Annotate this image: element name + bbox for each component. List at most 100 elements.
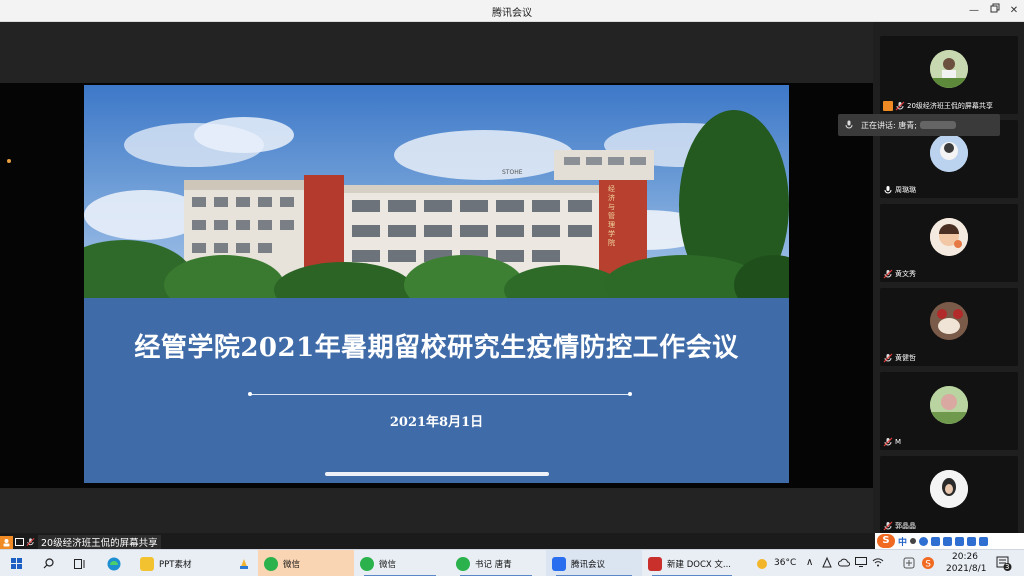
participant-name: 20级经济班王侃的屏幕共享: [907, 102, 993, 110]
participant-name: 周璐璐: [895, 186, 916, 194]
clock-date[interactable]: 2021/8/1: [946, 564, 986, 574]
skin-icon[interactable]: [967, 536, 977, 546]
taskbar-app-label: 微信: [379, 559, 397, 570]
participant-label: 20级经济班王侃的屏幕共享: [883, 100, 993, 112]
participant-label: M: [883, 436, 901, 448]
participant-label: 周璐璐: [883, 184, 916, 196]
participant-name: 郭晶晶: [895, 522, 916, 530]
tray-icon-people[interactable]: [822, 556, 832, 571]
participant-panel: 20级经济班王侃的屏幕共享 周璐璐 黄文秀 黄健哲 M 郭晶晶: [873, 22, 1024, 534]
search-button[interactable]: [38, 550, 58, 576]
participant-tile[interactable]: 黄健哲: [880, 288, 1018, 366]
screen-share-icon: [883, 101, 893, 111]
taskbar-app-wps-docx[interactable]: 新建 DOCX 文...: [642, 550, 742, 576]
wechat-icon: [456, 556, 470, 571]
tencent-meeting-icon: [552, 556, 566, 571]
speaking-indicator: 正在讲话: 唐青;: [838, 114, 1000, 136]
screen-icon: [15, 538, 24, 546]
toolbox-icon[interactable]: [979, 536, 989, 546]
user-icon[interactable]: [955, 536, 965, 546]
keyboard-icon[interactable]: [943, 536, 953, 546]
edge-button[interactable]: [102, 550, 126, 576]
notification-icon: [996, 556, 1012, 571]
folder-icon: [140, 556, 154, 571]
slide-scroll-bar[interactable]: [325, 472, 549, 476]
search-icon: [43, 558, 54, 569]
punctuation-icon[interactable]: [910, 538, 917, 544]
weather-temp[interactable]: 36°C: [774, 558, 796, 568]
minimize-button[interactable]: —: [966, 3, 982, 19]
task-view-icon: [74, 558, 85, 569]
taskbar-app-ppt-folder[interactable]: PPT素材: [134, 550, 226, 576]
participant-name: 黄文秀: [895, 270, 916, 278]
mic-muted-icon: [883, 521, 893, 531]
screen: 腾讯会议 — ✕ STOHE 经济与管理学院 经管学院2021年暑期留校研究生疫…: [0, 0, 1024, 576]
close-button[interactable]: ✕: [1006, 3, 1022, 19]
mic-muted-icon: [895, 101, 905, 111]
taskbar-app-wechat-2[interactable]: 微信: [354, 550, 446, 576]
avatar: [930, 218, 968, 256]
weather-button[interactable]: [754, 550, 770, 576]
participant-tile[interactable]: M: [880, 372, 1018, 450]
notification-count: 3: [1005, 563, 1010, 571]
windows-icon: [10, 558, 22, 569]
svg-text:S: S: [925, 560, 931, 570]
participant-label: 郭晶晶: [883, 520, 916, 532]
speaking-avatars-blur: [919, 121, 956, 129]
pointer-dot: [7, 159, 11, 163]
slide-date: 2021年8月1日: [389, 415, 484, 430]
share-icon: [0, 535, 13, 549]
notification-button[interactable]: [996, 555, 1012, 574]
clock-time[interactable]: 20:26: [952, 552, 978, 562]
display-icon[interactable]: [855, 557, 867, 570]
emoji-icon[interactable]: [919, 536, 929, 546]
share-status-label: 20级经济班王侃的屏幕共享: [38, 535, 161, 549]
ime-mode[interactable]: 中: [898, 535, 907, 548]
wps-icon: [648, 556, 662, 571]
restore-icon: [990, 3, 1000, 13]
participant-name: M: [895, 438, 902, 446]
speaking-label: 正在讲话: 唐青;: [861, 120, 917, 130]
restore-button[interactable]: [987, 3, 1003, 19]
mic-muted-icon: [883, 269, 893, 279]
sogou-tray-icon[interactable]: S: [921, 556, 935, 573]
taskbar-app-label: 书记 唐青: [475, 559, 512, 570]
taskbar-app-tencent-meeting[interactable]: 腾讯会议: [546, 550, 642, 576]
ime-tray-icon[interactable]: [903, 557, 915, 572]
cloud-icon[interactable]: [838, 557, 850, 570]
slide-divider: [248, 392, 632, 396]
mic-muted-icon: [26, 538, 35, 546]
participant-name: 黄健哲: [895, 354, 916, 362]
taskbar: PPT素材 微信 微信 书记 唐青 腾讯会议 新建 DOCX 文... 36°C…: [0, 549, 1024, 576]
window-title: 腾讯会议: [492, 8, 532, 19]
taskbar-app-wechat[interactable]: 微信: [258, 550, 354, 576]
participant-tile[interactable]: 黄文秀: [880, 204, 1018, 282]
sogou-logo-icon[interactable]: S: [877, 534, 895, 548]
avatar: [930, 134, 968, 172]
avatar: [930, 302, 968, 340]
wechat-icon: [264, 556, 278, 571]
ime-toolbar[interactable]: S 中: [875, 533, 1024, 549]
voice-icon[interactable]: [931, 536, 941, 546]
participant-tile[interactable]: 郭晶晶: [880, 456, 1018, 534]
avatar: [930, 470, 968, 508]
start-button[interactable]: [6, 550, 26, 576]
sun-icon: [757, 558, 767, 569]
edge-icon: [107, 557, 121, 570]
taskbar-app-label: 微信: [283, 559, 301, 570]
taskbar-app-label: PPT素材: [159, 559, 192, 570]
mic-icon: [884, 186, 892, 194]
building-photo: STOHE 经济与管理学院: [84, 85, 789, 298]
chevron-up-icon[interactable]: ∧: [806, 557, 813, 568]
participant-tile[interactable]: 20级经济班王侃的屏幕共享: [880, 36, 1018, 114]
building-sign: 经济与管理学院: [608, 185, 615, 247]
task-view-button[interactable]: [70, 550, 90, 576]
avatar: [930, 50, 968, 88]
taskbar-app-label: 腾讯会议: [571, 559, 606, 570]
slide-title: 经管学院2021年暑期留校研究生疫情防控工作会议: [134, 333, 739, 363]
taskbar-app-wechat-chat[interactable]: 书记 唐青: [450, 550, 542, 576]
wifi-icon[interactable]: [872, 557, 884, 570]
title-bar: 腾讯会议 — ✕: [0, 0, 1024, 22]
file-explorer-icon: [240, 559, 248, 569]
taskbar-app-pin[interactable]: [234, 550, 254, 576]
